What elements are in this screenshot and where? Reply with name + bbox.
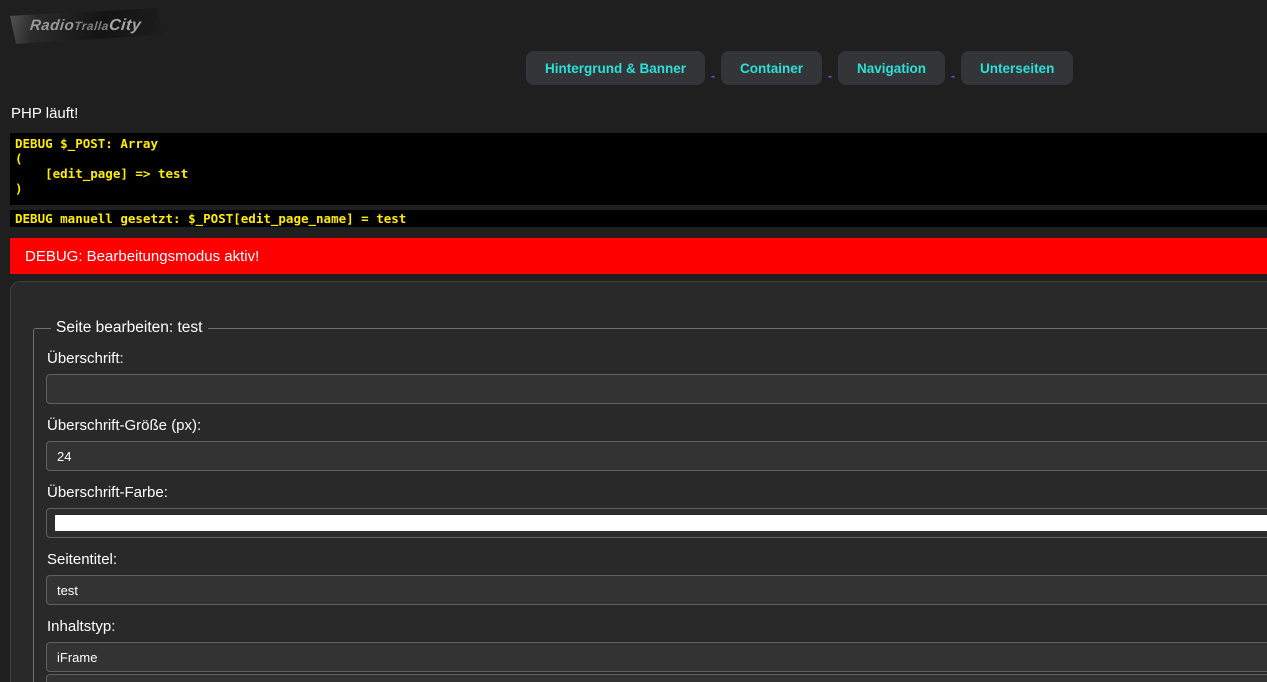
logo-part-tralla: Tralla [74,19,110,33]
debug-manual-set: DEBUG manuell gesetzt: $_POST[edit_page_… [10,210,1267,227]
logo-part-city: City [109,17,143,34]
site-logo[interactable]: RadioTrallaCity [10,8,162,44]
fieldset-legend: Seite bearbeiten: test [51,319,208,337]
tab-unterseiten[interactable]: Unterseiten [961,51,1073,85]
top-navigation: Hintergrund & Banner - Container - Navig… [526,51,1073,85]
ueberschrift-label: Überschrift: [47,350,1267,367]
ueberschrift-groesse-input[interactable] [46,441,1267,471]
edit-page-panel: Seite bearbeiten: test Überschrift: Über… [10,281,1267,682]
ueberschrift-farbe-color-picker[interactable] [46,508,1267,538]
nav-separator-dash: - [705,68,721,83]
debug-manual-set-text: DEBUG manuell gesetzt: $_POST[edit_page_… [15,211,406,226]
color-swatch [55,515,1267,531]
tab-container[interactable]: Container [721,51,822,85]
logo-banner-shape: RadioTrallaCity [10,8,162,44]
logo-wordmark: RadioTrallaCity [29,17,142,35]
nav-separator-dash: - [945,68,961,83]
seitentitel-input[interactable] [46,575,1267,605]
tab-navigation[interactable]: Navigation [838,51,945,85]
logo-part-radio: Radio [30,17,76,34]
ueberschrift-input[interactable] [46,374,1267,404]
debug-post-dump-text: DEBUG $_POST: Array ( [edit_page] => tes… [15,136,1267,196]
tab-hintergrund-banner[interactable]: Hintergrund & Banner [526,51,705,85]
debug-post-dump: DEBUG $_POST: Array ( [edit_page] => tes… [10,133,1267,205]
edit-mode-alert-banner: DEBUG: Bearbeitungsmodus aktiv! [10,238,1267,274]
page: RadioTrallaCity Hintergrund & Banner - C… [0,0,1267,682]
nav-separator-dash: - [822,68,838,83]
edit-page-fieldset: Seite bearbeiten: test Überschrift: Über… [33,319,1267,682]
ueberschrift-groesse-label: Überschrift-Größe (px): [47,417,1267,434]
inhaltstyp-select[interactable] [46,642,1267,672]
ueberschrift-farbe-label: Überschrift-Farbe: [47,484,1267,501]
php-status-text: PHP läuft! [11,105,78,122]
next-field-input-partial[interactable] [46,674,1267,682]
seitentitel-label: Seitentitel: [47,551,1267,568]
inhaltstyp-label: Inhaltstyp: [47,618,1267,635]
